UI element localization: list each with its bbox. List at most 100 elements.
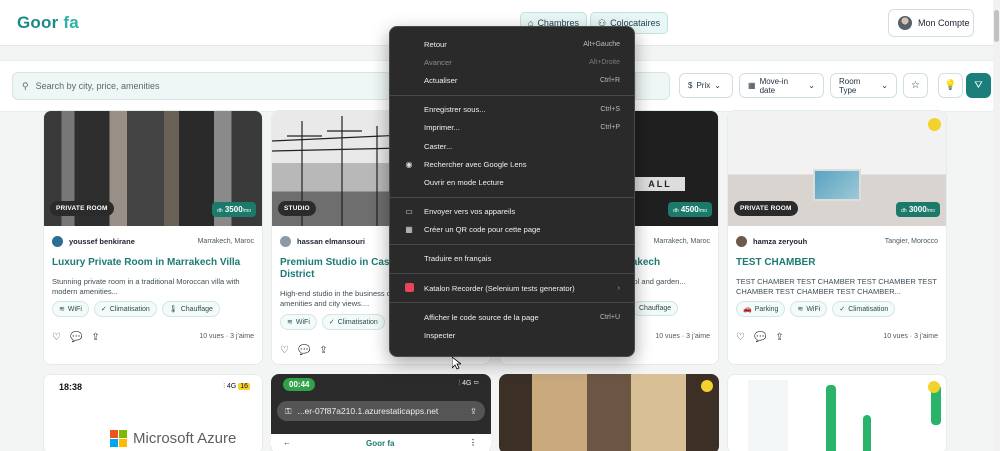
menu-item-katalon[interactable]: Katalon Recorder (Selenium tests generat… (390, 279, 634, 297)
heart-icon[interactable]: ♡ (736, 332, 745, 343)
amenity-tags: ≋ WiFi ✓ Climatisation 🌡 Chauffage (52, 301, 220, 317)
heart-icon[interactable]: ♡ (52, 332, 61, 343)
favorites-button[interactable]: ☆ (903, 73, 928, 98)
chevron-down-icon: ⌄ (881, 81, 888, 90)
room-type-button[interactable]: Room Type ⌄ (830, 73, 897, 98)
browser-context-menu: Retour Alt+Gauche Avancer Alt+Droite Actua… (389, 26, 635, 357)
menu-item-mode-lecture[interactable]: Ouvrir en mode Lecture (390, 173, 634, 191)
search-input-end[interactable] (635, 72, 670, 100)
owner[interactable]: youssef benkirane (52, 236, 135, 247)
menu-separator (390, 243, 634, 245)
move-in-date-button[interactable]: ▦ Move-in date ⌄ (739, 73, 824, 98)
amenity-tag: ✓ Climatisation (832, 301, 896, 317)
check-icon: ✓ (839, 306, 846, 313)
listing-stats: 10 vues · 3 j'aime (883, 333, 938, 340)
filter-button[interactable]: ⛛ (966, 73, 991, 98)
check-icon: ✓ (328, 319, 335, 326)
owner[interactable]: hamza zeryouh (736, 236, 807, 247)
comment-icon[interactable]: 💬 (298, 345, 310, 356)
amenity-tags: 🚗 Parking ≋ WiFi ✓ Climatisation (736, 301, 896, 317)
search-input[interactable]: ⚲ Search by city, price, amenities (12, 72, 392, 100)
price-badge: dh 3000/mo (896, 202, 940, 217)
amenity-tag: ≋ WiFi (52, 301, 89, 317)
price-badge: dh 3500/mo (212, 202, 256, 217)
app-logo[interactable]: Goor fa (17, 13, 79, 33)
amenity-tag: ✓ Climatisation (321, 314, 385, 330)
sign-graphic: ALL (635, 177, 685, 191)
back-arrow-icon: ← (283, 438, 291, 447)
star-icon: ☆ (911, 80, 920, 91)
menu-item-qr-code[interactable]: ▦ Créer un QR code pour cette page (390, 221, 634, 239)
menu-item-retour[interactable]: Retour Alt+Gauche (390, 35, 634, 53)
status-dot (701, 380, 713, 392)
menu-item-actualiser[interactable]: Actualiser Ctrl+R (390, 71, 634, 89)
menu-item-code-source[interactable]: Afficher le code source de la page Ctrl+U (390, 308, 634, 326)
suggestions-button[interactable]: 💡 (938, 73, 963, 98)
phone-app-header: ← Goor fa ⋮ (271, 434, 491, 451)
comment-icon[interactable]: 💬 (70, 332, 82, 343)
listing-card[interactable]: PRIVATE ROOM dh 3000/mo hamza zeryouh Ta… (727, 110, 947, 365)
listing-card[interactable]: 18:38 ⫶ 4G 16 Microsoft Azure (43, 374, 263, 451)
price-filter-button[interactable]: $ Prix ⌄ (679, 73, 733, 98)
menu-separator (390, 273, 634, 275)
city-label: Marrakech, Maroc (197, 238, 254, 245)
wifi-icon: ≋ (59, 306, 65, 313)
amenity-tags: ≋ WiFi ✓ Climatisation (280, 314, 385, 330)
amenity-tag: ✓ Climatisation (93, 301, 157, 317)
listing-title[interactable]: Luxury Private Room in Marrakech Villa (52, 257, 257, 269)
listing-title[interactable]: TEST CHAMBER (736, 257, 941, 269)
key-icon: ⚿ (285, 405, 292, 416)
avatar (898, 16, 912, 30)
share-icon[interactable]: ⇪ (91, 332, 99, 343)
listing-card[interactable]: 00:44 ⫶ 4G ▭ ⚿ ...er-07f87a210.1.azuresta… (271, 374, 491, 451)
listing-card[interactable] (727, 374, 947, 451)
avatar (52, 236, 63, 247)
avatar (736, 236, 747, 247)
mouse-cursor-icon (452, 357, 461, 370)
chevron-down-icon: ⌄ (808, 81, 815, 90)
calendar-icon: ▦ (748, 81, 756, 90)
more-vertical-icon: ⋮ (469, 438, 477, 447)
share-icon[interactable]: ⇪ (775, 332, 783, 343)
menu-item-google-lens[interactable]: ◉ Rechercher avec Google Lens (390, 155, 634, 173)
green-bar-graphic (826, 385, 836, 451)
listing-card[interactable]: PRIVATE ROOM dh 3500/mo youssef benkiran… (43, 110, 263, 365)
dollar-icon: $ (688, 81, 693, 90)
menu-item-imprimer[interactable]: Imprimer... Ctrl+P (390, 119, 634, 137)
listing-description: TEST CHAMBER TEST CHAMBER TEST CHAMBER T… (736, 277, 937, 296)
check-icon: ✓ (100, 306, 107, 313)
amenity-tag: 🚗 Parking (736, 301, 786, 317)
wifi-icon: ≋ (287, 319, 293, 326)
menu-item-envoyer-appareils[interactable]: ▭ Envoyer vers vos appareils (390, 203, 634, 221)
room-type-badge: PRIVATE ROOM (734, 201, 798, 216)
price-badge: dh 4500/mo (668, 202, 712, 217)
listing-stats: 10 vues · 3 j'aime (199, 333, 254, 340)
menu-item-enregistrer[interactable]: Enregistrer sous... Ctrl+S (390, 101, 634, 119)
phone-status: ⫶ 4G ▭ (458, 380, 479, 387)
filter-icon: ⛛ (974, 80, 983, 91)
amenity-tag: 🌡 Chauffage (161, 301, 220, 317)
listing-stats: 10 vues · 3 j'aime (655, 333, 710, 340)
qr-icon: ▦ (405, 225, 413, 235)
menu-item-caster[interactable]: Caster... (390, 137, 634, 155)
menu-item-traduire[interactable]: Traduire en français (390, 250, 634, 268)
lightbulb-icon: 💡 (944, 80, 957, 91)
lens-icon: ◉ (405, 159, 413, 169)
thermometer-icon: 🌡 (168, 306, 178, 313)
amenity-tags: Chauffage (632, 301, 679, 316)
share-icon: ⇪ (469, 405, 477, 416)
amenity-tag: ≋ WiFi (790, 301, 828, 317)
listing-card[interactable] (499, 374, 719, 451)
menu-item-inspecter[interactable]: Inspecter (390, 326, 634, 344)
comment-icon[interactable]: 💬 (754, 332, 766, 343)
scrollbar-thumb[interactable] (994, 10, 999, 42)
city-label: Marrakech, Maroc (653, 238, 710, 245)
share-icon[interactable]: ⇪ (319, 345, 327, 356)
owner[interactable]: hassan elmansouri (280, 236, 365, 247)
amenity-tag: ≋ WiFi (280, 314, 317, 330)
heart-icon[interactable]: ♡ (280, 345, 289, 356)
account-button[interactable]: Mon Compte (888, 9, 974, 37)
listing-description: Stunning private room in a traditional M… (52, 277, 240, 296)
status-dot (928, 118, 941, 131)
page-scrollbar[interactable] (993, 0, 1000, 451)
